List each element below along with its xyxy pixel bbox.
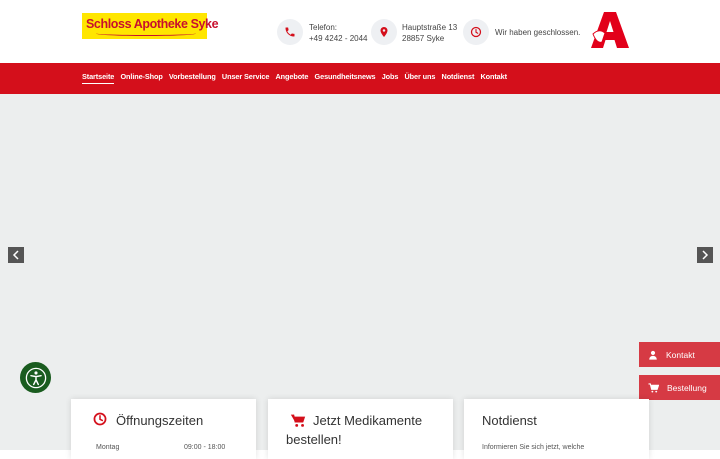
apotheke-a-logo-icon: [591, 12, 629, 48]
site-header: Schloss Apotheke Syke Telefon: +49 4242 …: [0, 0, 720, 63]
phone-info[interactable]: Telefon: +49 4242 - 2044: [309, 23, 368, 44]
clock-icon: [463, 19, 489, 45]
bestellung-button[interactable]: Bestellung: [639, 375, 720, 400]
order-medicine-card[interactable]: Jetzt Medikamente bestellen!: [268, 399, 453, 459]
opening-status: Wir haben geschlossen.: [495, 28, 581, 37]
nav-item-online-shop[interactable]: Online-Shop: [120, 72, 162, 84]
hero-slider: [0, 94, 720, 450]
slider-next-button[interactable]: [697, 247, 713, 263]
notdienst-title: Notdienst: [482, 413, 537, 428]
nav-item-notdienst[interactable]: Notdienst: [442, 72, 475, 84]
address-city: 28857 Syke: [402, 33, 445, 43]
nav-item-startseite[interactable]: Startseite: [82, 72, 114, 84]
bestellung-label: Bestellung: [667, 382, 707, 393]
opening-hours-title: Öffnungszeiten: [116, 413, 204, 428]
address-info[interactable]: Hauptstraße 13 28857 Syke: [402, 23, 457, 44]
phone-number: +49 4242 - 2044: [309, 33, 368, 43]
nav-item-gesundheitsnews[interactable]: Gesundheitsnews: [315, 72, 376, 84]
nav-item-vorbestellung[interactable]: Vorbestellung: [169, 72, 216, 84]
order-title-line1: Jetzt Medikamente: [313, 413, 423, 428]
clock-icon: [93, 412, 107, 426]
chevron-right-icon: [702, 250, 709, 260]
kontakt-button[interactable]: Kontakt: [639, 342, 720, 367]
notdienst-card: Notdienst Informieren Sie sich jetzt, we…: [464, 399, 649, 459]
phone-icon: [277, 19, 303, 45]
accessibility-button[interactable]: [20, 362, 51, 393]
logo-swoosh: [96, 31, 196, 36]
opening-hours-card: Öffnungszeiten Montag 09:00 - 18:00: [71, 399, 256, 459]
nav-item-kontakt[interactable]: Kontakt: [480, 72, 507, 84]
accessibility-icon: [25, 367, 46, 388]
logo-text: Schloss Apotheke Syke: [86, 17, 219, 31]
nav-item-ueber-uns[interactable]: Über uns: [405, 72, 436, 84]
cart-icon: [648, 382, 659, 393]
address-street: Hauptstraße 13: [402, 23, 458, 32]
main-nav: Startseite Online-Shop Vorbestellung Uns…: [0, 63, 720, 94]
kontakt-label: Kontakt: [666, 349, 695, 360]
location-pin-icon: [371, 19, 397, 45]
nav-item-angebote[interactable]: Angebote: [276, 72, 309, 84]
nav-item-unser-service[interactable]: Unser Service: [222, 72, 269, 84]
nav-item-jobs[interactable]: Jobs: [382, 72, 399, 84]
logo[interactable]: Schloss Apotheke Syke: [82, 13, 219, 39]
chevron-left-icon: [12, 250, 19, 260]
phone-label: Telefon:: [309, 23, 338, 32]
order-title-line2: bestellen!: [286, 432, 342, 447]
slider-prev-button[interactable]: [8, 247, 24, 263]
cart-icon: [290, 414, 306, 427]
user-icon: [648, 350, 658, 360]
